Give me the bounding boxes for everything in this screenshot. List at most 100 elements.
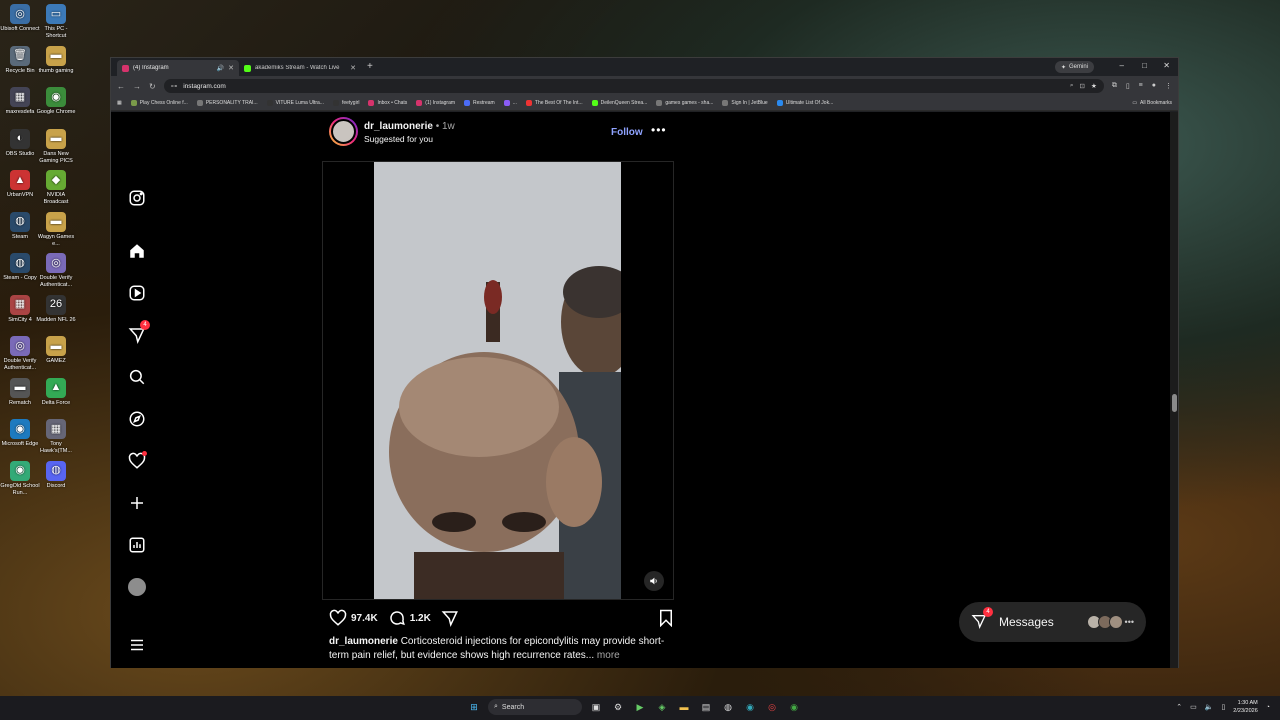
bookmark-item[interactable]: Restream (464, 100, 495, 106)
edge-icon[interactable]: ◉ (742, 699, 758, 715)
desktop-icon[interactable]: ◉ Microsoft Edge (0, 419, 40, 448)
xbox-icon[interactable]: ◈ (654, 699, 670, 715)
page-scrollbar[interactable] (1170, 112, 1178, 668)
bookmark-item[interactable]: games games - sha... (656, 100, 713, 106)
desktop-icon[interactable]: ▦ Tony Hawk's(TM... (36, 419, 76, 455)
gemini-button[interactable]: ✦ Gemini (1054, 61, 1094, 73)
desktop-icon[interactable]: ▬ GAMEZ (36, 336, 76, 365)
desktop-icon[interactable]: ◎ Ubisoft Connect (0, 4, 40, 33)
reels-icon[interactable] (126, 282, 148, 304)
bookmark-item[interactable]: Inbox • Chats (368, 100, 407, 106)
scrollbar-thumb[interactable] (1172, 394, 1177, 412)
desktop-icon[interactable]: ◉ GregOld School Run... (0, 460, 40, 497)
minimize-button[interactable]: – (1120, 61, 1124, 70)
menu-icon[interactable]: ⋮ (1165, 82, 1172, 90)
maximize-button[interactable]: □ (1142, 61, 1147, 70)
more-menu-icon[interactable] (126, 634, 148, 656)
bookmark-item[interactable]: Play Chess Online f... (130, 100, 188, 106)
store-icon[interactable]: ▤ (698, 699, 714, 715)
battery-icon[interactable]: ▯ (1221, 703, 1225, 711)
volume-icon[interactable] (644, 571, 664, 591)
forward-icon[interactable]: → (133, 82, 141, 91)
bookmark-item[interactable]: Sign In | JetBlue (722, 100, 768, 106)
app-icon[interactable]: ◎ (764, 699, 780, 715)
extensions-icon[interactable]: ⧉ (1112, 82, 1117, 90)
reload-icon[interactable]: ↻ (149, 82, 156, 91)
post-username[interactable]: dr_laumonerie (364, 121, 433, 132)
bookmark-item[interactable]: (1) Instagram (416, 100, 455, 106)
apps-icon[interactable]: ▦ (117, 100, 122, 106)
install-icon[interactable]: ⊡ (1080, 82, 1085, 90)
start-icon[interactable]: ⊞ (466, 699, 482, 715)
notifications-icon[interactable]: ◔ (1266, 704, 1270, 711)
desktop-icon[interactable]: ▦ maxresdefa (0, 87, 40, 116)
bookmark-item[interactable]: The Best Of The Int... (525, 100, 583, 106)
notifications-heart-icon[interactable] (126, 450, 148, 472)
close-tab-icon[interactable]: ✕ (228, 64, 234, 72)
messages-button[interactable]: 4 Messages ••• (959, 602, 1146, 642)
messenger-icon[interactable]: 4 (126, 320, 150, 346)
search-icon[interactable] (126, 366, 148, 388)
all-bookmarks[interactable]: ▭ All Bookmarks (1132, 100, 1172, 106)
share-button[interactable] (441, 609, 459, 627)
create-icon[interactable] (126, 492, 148, 514)
desktop-icon[interactable]: ▲ Delta Force (36, 377, 76, 407)
desktop-icon[interactable]: ◍ Steam (0, 211, 40, 241)
close-tab-icon[interactable]: ✕ (350, 64, 356, 72)
desktop-icon[interactable]: ◐ OBS Studio (0, 128, 40, 158)
desktop-icon[interactable]: ◉ Google Chrome (36, 87, 76, 116)
desktop-icon[interactable]: ▦ SimCity 4 (0, 294, 40, 324)
steam-icon[interactable]: ◍ (720, 699, 736, 715)
like-button[interactable]: 97.4K (329, 609, 378, 627)
caption-username[interactable]: dr_laumonerie (329, 636, 398, 647)
post-options-icon[interactable]: ••• (651, 123, 667, 137)
site-info-icon[interactable]: ⊶ (171, 82, 178, 90)
close-window-button[interactable]: ✕ (1163, 61, 1170, 70)
bookmark-item[interactable]: ... (503, 100, 517, 106)
caption-more-link[interactable]: more (597, 650, 620, 661)
chrome-icon[interactable]: ◉ (786, 699, 802, 715)
desktop-icon[interactable]: ▲ UrbanVPN (0, 170, 40, 199)
media-icon[interactable]: ≡ (1139, 82, 1143, 90)
post-video[interactable] (374, 162, 621, 599)
home-icon[interactable] (126, 240, 148, 262)
tab-instagram[interactable]: (4) Instagram 🔊 ✕ (117, 60, 239, 76)
desktop-icon[interactable]: ◍ Discord (36, 460, 76, 490)
desktop-icon[interactable]: ▭ This PC - Shortcut (36, 4, 76, 40)
desktop-icon[interactable]: ◎ Double Verify Authenticat... (36, 253, 76, 289)
clock[interactable]: 1:30 AM 2/23/2026 (1233, 699, 1257, 715)
desktop-icon[interactable]: 26 Madden NFL 26 (36, 294, 76, 324)
desktop-icon[interactable]: 🗑 Recycle Bin (0, 45, 40, 75)
post-media[interactable] (322, 161, 674, 600)
desktop-icon[interactable]: ▬ Rematch (0, 377, 40, 407)
comment-button[interactable]: 1.2K (388, 609, 431, 627)
dashboard-icon[interactable] (126, 534, 148, 556)
task-view-icon[interactable]: ▣ (588, 699, 604, 715)
bookmark-item[interactable]: VITURE Luma Ultra... (266, 100, 324, 106)
network-icon[interactable]: ▭ (1190, 703, 1197, 711)
explore-icon[interactable] (126, 408, 148, 430)
desktop-icon[interactable]: ◎ Double Verify Authenticat... (0, 336, 40, 372)
bookmark-item[interactable]: Ultimate List Of Jok... (776, 100, 833, 106)
zoom-icon[interactable]: ⌕ (1070, 82, 1074, 90)
bookmark-item[interactable]: feetygirl (332, 100, 359, 106)
settings-icon[interactable]: ⚙ (610, 699, 626, 715)
taskbar-search[interactable]: ⌕ Search (488, 699, 582, 715)
bookmark-item[interactable]: DeilenQueen Strea... (591, 100, 647, 106)
back-icon[interactable]: ← (117, 82, 125, 91)
follow-button[interactable]: Follow (611, 127, 643, 138)
profile-icon[interactable]: ● (1152, 82, 1156, 90)
bookmark-star-icon[interactable]: ★ (1091, 82, 1097, 90)
address-bar[interactable]: ⊶ instagram.com ⌕ ⊡ ★ (163, 79, 1104, 93)
desktop-icon[interactable]: ▬ Dans New Gaming PICS (36, 128, 76, 165)
profile-avatar[interactable] (126, 576, 148, 598)
bookmark-item[interactable]: PERSONALITY TRAI... (196, 100, 258, 106)
media-player-icon[interactable]: ▶ (632, 699, 648, 715)
post-avatar[interactable] (329, 117, 358, 146)
instagram-logo-icon[interactable] (126, 187, 148, 209)
tray-overflow-icon[interactable]: ⌃ (1176, 703, 1182, 711)
tab-kick[interactable]: akademiks Stream - Watch Live ✕ (239, 60, 361, 76)
new-tab-button[interactable]: + (361, 60, 379, 76)
desktop-icon[interactable]: ▬ thumb gaming (36, 45, 76, 75)
save-button[interactable] (658, 609, 674, 632)
